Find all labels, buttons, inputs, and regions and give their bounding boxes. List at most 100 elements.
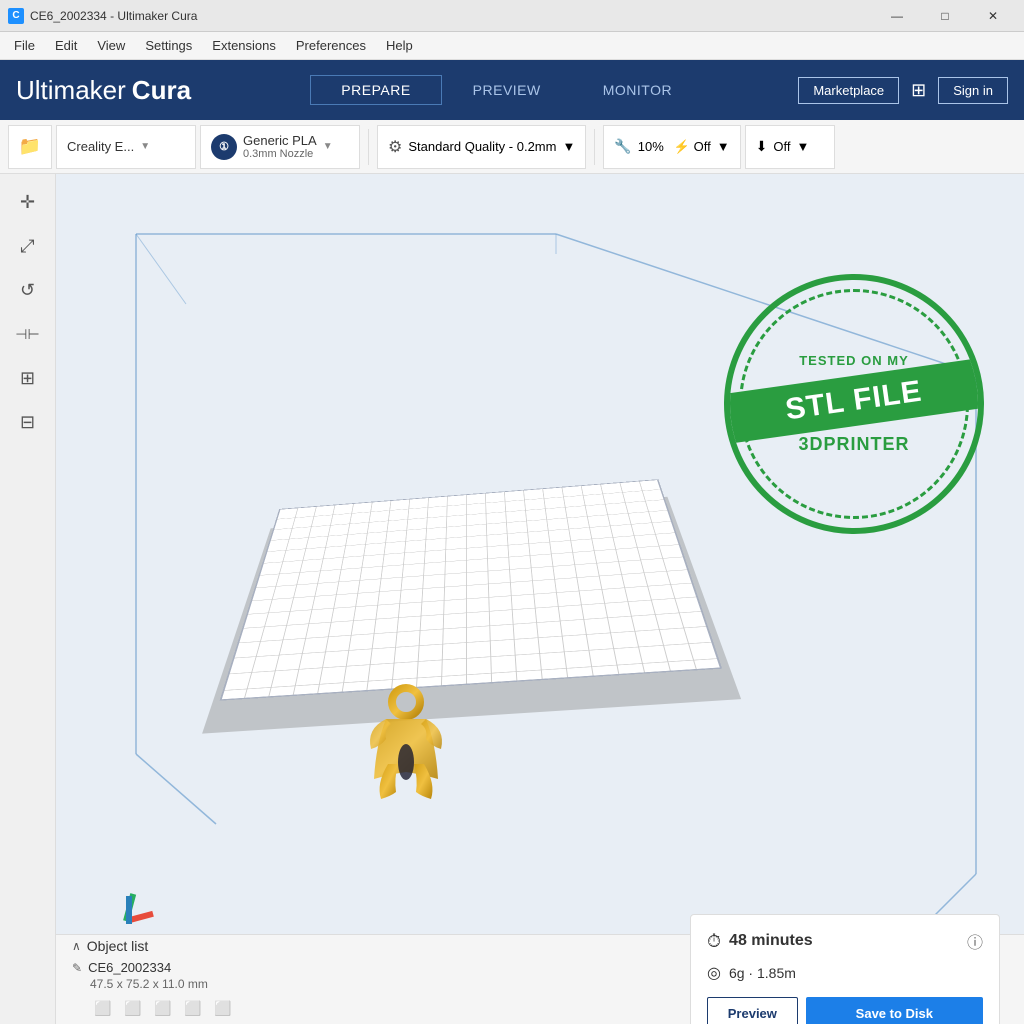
bottom-panel: ∧ Object list ✎ CE6_2002334 47.5 x 75.2 …	[56, 934, 1024, 1024]
stamp-circle: tested on my STL file 3Dprinter	[724, 274, 984, 534]
folder-icon: 📁	[19, 136, 41, 157]
print-time-value: 48 minutes	[729, 932, 813, 950]
material-info: Generic PLA 0.3mm Nozzle	[243, 133, 317, 160]
object-icon-4[interactable]: ⬜	[180, 995, 206, 1021]
nozzle-badge: ①	[211, 134, 237, 160]
print-buttons: Preview Save to Disk	[707, 997, 983, 1024]
menu-edit[interactable]: Edit	[45, 34, 87, 57]
per-object-settings-tool[interactable]: ⊞	[8, 358, 48, 398]
3d-model	[356, 684, 456, 804]
toolbar: 📁 Creality E... ▼ ① Generic PLA 0.3mm No…	[0, 120, 1024, 174]
quality-selector[interactable]: ⚙ Standard Quality - 0.2mm ▼	[377, 125, 586, 169]
logo-cura: Cura	[132, 75, 191, 106]
support-dropdown-arrow: ▼	[717, 139, 730, 154]
window-title: CE6_2002334 - Ultimaker Cura	[30, 9, 197, 23]
menu-file[interactable]: File	[4, 34, 45, 57]
menu-extensions[interactable]: Extensions	[202, 34, 286, 57]
object-list-chevron[interactable]: ∧	[72, 939, 81, 953]
move-tool[interactable]: ✛	[8, 182, 48, 222]
printer-selector[interactable]: Creality E... ▼	[56, 125, 196, 169]
app-icon: C	[8, 8, 24, 24]
adhesion-selector[interactable]: ⬇ Off ▼	[745, 125, 835, 169]
header-right: Marketplace ⊞ Sign in	[798, 77, 1008, 104]
logo: Ultimaker Cura	[16, 75, 191, 106]
quality-label: Standard Quality - 0.2mm	[408, 139, 556, 154]
menubar: File Edit View Settings Extensions Prefe…	[0, 32, 1024, 60]
window-controls: — □ ✕	[874, 0, 1016, 32]
object-dimensions: 47.5 x 75.2 x 11.0 mm	[90, 977, 690, 991]
material-name: Generic PLA	[243, 133, 317, 148]
time-icon: ⏱	[707, 931, 721, 952]
rotate-tool[interactable]: ↺	[8, 270, 48, 310]
material-icon: ◎	[707, 963, 721, 983]
stl-stamp: tested on my STL file 3Dprinter	[724, 274, 1004, 554]
material-selector[interactable]: ① Generic PLA 0.3mm Nozzle ▼	[200, 125, 360, 169]
tab-prepare[interactable]: PREPARE	[310, 75, 441, 105]
object-icon-1[interactable]: ⬜	[90, 995, 116, 1021]
object-icon-2[interactable]: ⬜	[120, 995, 146, 1021]
menu-preferences[interactable]: Preferences	[286, 34, 376, 57]
menu-help[interactable]: Help	[376, 34, 423, 57]
material-row: ◎ 6g · 1.85m	[707, 963, 983, 983]
titlebar: C CE6_2002334 - Ultimaker Cura — □ ✕	[0, 0, 1024, 32]
header: Ultimaker Cura PREPARE PREVIEW MONITOR M…	[0, 60, 1024, 120]
settings-sliders-icon: ⚙	[388, 137, 402, 157]
printer-dropdown-arrow: ▼	[140, 141, 150, 152]
print-time-left: ⏱ 48 minutes	[707, 931, 813, 952]
object-icon-3[interactable]: ⬜	[150, 995, 176, 1021]
menu-view[interactable]: View	[87, 34, 135, 57]
support-icon: 🔧	[614, 138, 631, 155]
object-icons: ⬜ ⬜ ⬜ ⬜ ⬜	[90, 995, 690, 1021]
open-file-button[interactable]: 📁	[8, 125, 52, 169]
close-button[interactable]: ✕	[970, 0, 1016, 32]
z-axis	[126, 896, 132, 924]
signin-button[interactable]: Sign in	[938, 77, 1008, 104]
support-blocker-tool[interactable]: ⊟	[8, 402, 48, 442]
nav-tabs: PREPARE PREVIEW MONITOR	[215, 75, 798, 105]
info-icon[interactable]: ⓘ	[967, 929, 983, 953]
toolbar-divider-2	[594, 129, 595, 165]
nozzle-size: 0.3mm Nozzle	[243, 148, 317, 160]
object-list-label: Object list	[87, 938, 148, 954]
stamp-top-text: tested on my	[799, 353, 909, 368]
print-info-card: ⏱ 48 minutes ⓘ ◎ 6g · 1.85m Preview Save…	[690, 914, 1000, 1024]
3d-viewport[interactable]: tested on my STL file 3Dprinter ∧ Object…	[56, 174, 1024, 1024]
print-time-row: ⏱ 48 minutes ⓘ	[707, 929, 983, 953]
stamp-bottom-text: 3Dprinter	[798, 434, 909, 455]
printer-name: Creality E...	[67, 139, 134, 154]
main-area: ✛ ⤢ ↺ ⊣⊢ ⊞ ⊟	[0, 174, 1024, 1024]
logo-ultimaker: Ultimaker	[16, 75, 126, 106]
material-usage: 6g · 1.85m	[729, 965, 796, 981]
object-filename: CE6_2002334	[88, 960, 171, 975]
support-selector[interactable]: 🔧 10% ⚡ Off ▼	[603, 125, 740, 169]
object-list-header: ∧ Object list	[72, 938, 690, 954]
object-name-row: ✎ CE6_2002334	[72, 960, 690, 975]
print-bed	[220, 479, 723, 700]
tab-monitor[interactable]: MONITOR	[572, 75, 703, 105]
adhesion-label: Off	[773, 139, 790, 154]
save-to-disk-button[interactable]: Save to Disk	[806, 997, 983, 1024]
tab-preview[interactable]: PREVIEW	[442, 75, 572, 105]
scale-tool[interactable]: ⤢	[8, 226, 48, 266]
support-label: 10%	[638, 139, 664, 154]
object-icon-5[interactable]: ⬜	[210, 995, 236, 1021]
left-toolbar: ✛ ⤢ ↺ ⊣⊢ ⊞ ⊟	[0, 174, 56, 1024]
stamp-inner-ring	[739, 289, 969, 519]
titlebar-left: C CE6_2002334 - Ultimaker Cura	[8, 8, 197, 24]
mirror-tool[interactable]: ⊣⊢	[8, 314, 48, 354]
printer-info: Creality E...	[67, 139, 134, 154]
minimize-button[interactable]: —	[874, 0, 920, 32]
grid-icon[interactable]: ⊞	[911, 80, 926, 101]
maximize-button[interactable]: □	[922, 0, 968, 32]
axis-indicator	[126, 884, 166, 924]
object-list-section: ∧ Object list ✎ CE6_2002334 47.5 x 75.2 …	[72, 938, 690, 1021]
marketplace-button[interactable]: Marketplace	[798, 77, 899, 104]
material-dropdown-arrow: ▼	[323, 141, 333, 152]
stamp-banner: STL file	[724, 356, 984, 447]
menu-settings[interactable]: Settings	[135, 34, 202, 57]
edit-icon: ✎	[72, 961, 82, 975]
toolbar-divider-1	[368, 129, 369, 165]
preview-button[interactable]: Preview	[707, 997, 798, 1024]
adhesion-dropdown-arrow: ▼	[796, 139, 809, 154]
adhesion-icon: ⬇	[756, 138, 768, 155]
